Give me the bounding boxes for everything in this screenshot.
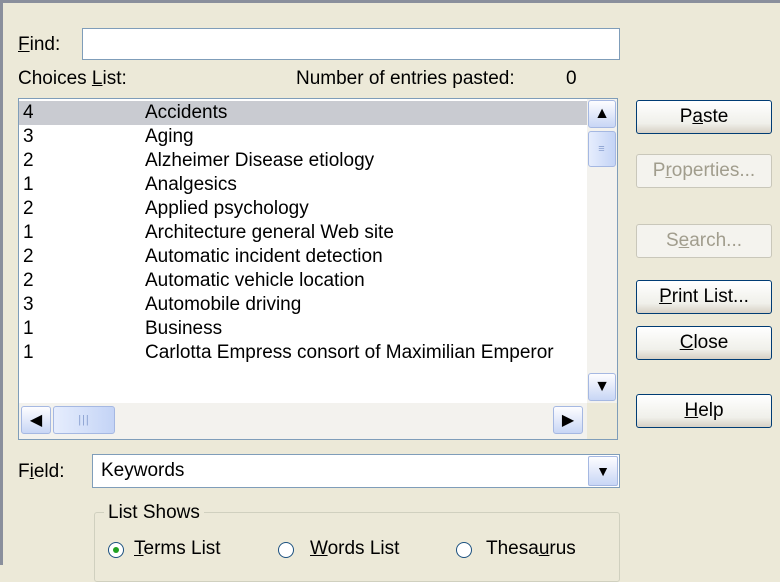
list-row[interactable]: 1 Business xyxy=(19,317,587,341)
window-frame-top xyxy=(0,0,780,3)
list-row[interactable]: 2 Automatic incident detection xyxy=(19,245,587,269)
list-row[interactable]: 2 Alzheimer Disease etiology xyxy=(19,149,587,173)
thesaurus-label: Thesaurus xyxy=(486,538,576,559)
arrow-down-icon[interactable]: ▼ xyxy=(588,373,616,401)
row-count: 4 xyxy=(23,102,34,123)
search-button[interactable]: Se arch... xyxy=(636,224,772,258)
row-count: 2 xyxy=(23,198,34,219)
list-row[interactable]: 4 Accidents xyxy=(19,101,587,125)
row-count: 3 xyxy=(23,126,34,147)
field-select[interactable]: Keywords ▼ xyxy=(92,454,620,488)
entries-pasted-label: Number of entries pasted: xyxy=(296,68,515,89)
list-shows-title: List Shows xyxy=(104,502,204,524)
row-term: Accidents xyxy=(145,102,228,123)
row-count: 1 xyxy=(23,174,34,195)
row-count: 3 xyxy=(23,294,34,315)
window-frame-left xyxy=(0,0,3,565)
row-term: Alzheimer Disease etiology xyxy=(145,150,375,171)
help-button[interactable]: Help xyxy=(636,394,772,428)
choices-listbox[interactable]: 4 Accidents 3 Aging 2 Alzheimer Disease etiol… xyxy=(18,98,618,440)
vertical-scrollbar[interactable]: ▲ ≡ ▼ xyxy=(587,99,617,403)
radio-words-list[interactable] xyxy=(278,542,294,558)
row-term: Business xyxy=(145,318,223,339)
find-label: Find: xyxy=(18,34,61,55)
paste-button[interactable]: Pa ste xyxy=(636,100,772,134)
radio-terms-list[interactable] xyxy=(108,542,124,558)
row-term: Aging xyxy=(145,126,194,147)
row-term: Carlotta Empress consort of Maximilian E… xyxy=(145,342,554,363)
row-count: 2 xyxy=(23,150,34,171)
scroll-corner xyxy=(587,403,617,439)
close-button[interactable]: Close xyxy=(636,326,772,360)
list-row[interactable]: 1 Analgesics xyxy=(19,173,587,197)
row-term: Applied psychology xyxy=(145,198,309,219)
list-row[interactable]: 2 Automatic vehicle location xyxy=(19,269,587,293)
row-term: Automatic incident detection xyxy=(145,246,383,267)
entries-pasted-count: 0 xyxy=(566,68,577,89)
arrow-up-icon[interactable]: ▲ xyxy=(588,100,616,128)
horizontal-scrollbar[interactable]: ◀ ||| ▶ xyxy=(19,403,587,439)
list-row[interactable]: 3 Aging xyxy=(19,125,587,149)
row-count: 1 xyxy=(23,342,34,363)
row-count: 1 xyxy=(23,222,34,243)
find-input[interactable] xyxy=(82,28,620,60)
row-count: 2 xyxy=(23,270,34,291)
terms-list-label: Terms List xyxy=(134,538,221,559)
properties-button[interactable]: Pr operties... xyxy=(636,154,772,188)
arrow-right-icon[interactable]: ▶ xyxy=(553,406,583,434)
list-row[interactable]: 3 Automobile driving xyxy=(19,293,587,317)
list-row[interactable]: 2 Applied psychology xyxy=(19,197,587,221)
row-term: Analgesics xyxy=(145,174,237,195)
print-list-button[interactable]: Print List... xyxy=(636,280,772,314)
row-term: Architecture general Web site xyxy=(145,222,394,243)
radio-thesaurus[interactable] xyxy=(456,542,472,558)
row-term: Automobile driving xyxy=(145,294,302,315)
field-label: Field: xyxy=(18,461,65,482)
chevron-down-icon[interactable]: ▼ xyxy=(588,456,618,486)
choices-rows: 4 Accidents 3 Aging 2 Alzheimer Disease etiol… xyxy=(19,101,587,401)
radio-selected-dot xyxy=(113,547,119,553)
list-row[interactable]: 1 Architecture general Web site xyxy=(19,221,587,245)
arrow-left-icon[interactable]: ◀ xyxy=(21,406,51,434)
row-count: 2 xyxy=(23,246,34,267)
row-count: 1 xyxy=(23,318,34,339)
field-select-value: Keywords xyxy=(101,460,185,481)
horizontal-scroll-thumb[interactable]: ||| xyxy=(53,406,115,434)
choices-list-label: Choices List: xyxy=(18,68,127,89)
vertical-scroll-thumb[interactable]: ≡ xyxy=(588,131,616,167)
list-row[interactable]: 1 Carlotta Empress consort of Maximilian … xyxy=(19,341,587,365)
words-list-label: Words List xyxy=(310,538,400,559)
row-term: Automatic vehicle location xyxy=(145,270,365,291)
